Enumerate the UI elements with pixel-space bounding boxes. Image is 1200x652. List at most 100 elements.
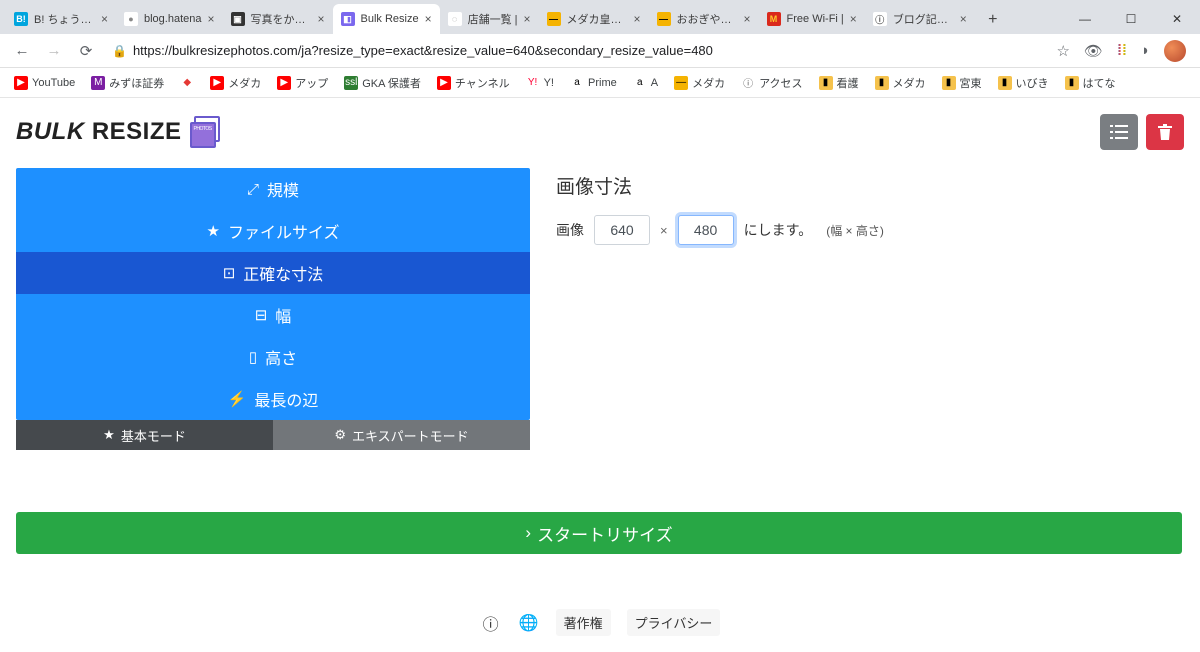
bookmark-item[interactable]: ▮看護 bbox=[813, 73, 865, 93]
list-view-button[interactable] bbox=[1100, 114, 1138, 150]
bookmark-item[interactable]: ▮宮東 bbox=[936, 73, 988, 93]
bookmark-favicon: ▶ bbox=[210, 76, 224, 90]
sliders-icon: ⚙ bbox=[334, 427, 346, 443]
close-window-button[interactable]: ✕ bbox=[1154, 4, 1200, 34]
tab-favicon: ● bbox=[124, 12, 138, 26]
section-title: 画像寸法 bbox=[556, 172, 884, 199]
browser-tab[interactable]: ◧ Bulk Resize × bbox=[333, 4, 440, 34]
option-icon: ⤢ bbox=[247, 181, 259, 198]
site-logo[interactable]: BULK RESIZE bbox=[16, 114, 224, 150]
bookmark-item[interactable]: sslGKA 保護者 bbox=[338, 73, 427, 93]
lock-icon: 🔒 bbox=[112, 44, 127, 58]
start-resize-button[interactable]: › スタートリサイズ bbox=[16, 512, 1182, 554]
tab-close-icon[interactable]: × bbox=[634, 12, 641, 26]
bookmark-item[interactable]: ▶YouTube bbox=[8, 74, 81, 92]
tab-close-icon[interactable]: × bbox=[101, 12, 108, 26]
bookmark-favicon: Y! bbox=[526, 76, 540, 90]
star-icon[interactable]: ☆ bbox=[1056, 42, 1069, 60]
minimize-button[interactable]: — bbox=[1062, 4, 1108, 34]
browser-tab[interactable]: MFree Wi-Fi |× bbox=[759, 4, 865, 34]
browser-tab[interactable]: ▣写真をかんた× bbox=[223, 4, 333, 34]
browser-tab[interactable]: —メダカ皇帝の× bbox=[539, 4, 649, 34]
bookmark-label: 看護 bbox=[837, 75, 859, 91]
bookmark-item[interactable]: ▮はてな bbox=[1059, 73, 1122, 93]
bookmark-item[interactable]: ▶チャンネル bbox=[431, 73, 516, 93]
dim-suffix: にします。 bbox=[744, 220, 813, 240]
tab-title: おおぎやラー bbox=[677, 11, 738, 27]
bookmark-label: メダカ bbox=[893, 75, 926, 91]
list-icon bbox=[1110, 125, 1128, 139]
option-label: 規模 bbox=[267, 177, 299, 201]
bookmark-favicon: ▮ bbox=[998, 76, 1012, 90]
forward-button[interactable]: → bbox=[40, 37, 68, 65]
extension-icon-2[interactable]: ⁞⁞ bbox=[1117, 42, 1127, 59]
chevron-right-icon: › bbox=[525, 523, 531, 543]
bookmark-item[interactable]: ▮いびき bbox=[992, 73, 1055, 93]
resize-option[interactable]: ▯高さ bbox=[16, 336, 530, 378]
extension-icon-3[interactable]: ◗ bbox=[1141, 42, 1150, 59]
tab-favicon: ◧ bbox=[341, 12, 355, 26]
option-icon: ★ bbox=[207, 222, 220, 240]
tab-favicon: M bbox=[767, 12, 781, 26]
bookmark-label: Y! bbox=[544, 77, 554, 89]
bookmark-item[interactable]: —メダカ bbox=[668, 73, 731, 93]
resize-option[interactable]: ⚡最長の辺 bbox=[16, 378, 530, 420]
bookmark-favicon: a bbox=[570, 76, 584, 90]
new-tab-button[interactable]: + bbox=[979, 6, 1007, 34]
basic-mode-tab[interactable]: ★ 基本モード bbox=[16, 420, 273, 450]
option-label: 高さ bbox=[265, 345, 297, 369]
copyright-link[interactable]: 著作権 bbox=[556, 609, 611, 636]
tab-close-icon[interactable]: × bbox=[524, 12, 531, 26]
profile-avatar[interactable] bbox=[1164, 40, 1186, 62]
browser-tab[interactable]: B!B! ちょうど1× bbox=[6, 4, 116, 34]
browser-tab[interactable]: ●blog.hatena× bbox=[116, 4, 223, 34]
bookmark-item[interactable]: ▶アップ bbox=[271, 73, 334, 93]
bookmark-label: アクセス bbox=[759, 75, 802, 91]
bookmark-item[interactable]: a Prime bbox=[564, 74, 623, 92]
tab-title: Bulk Resize bbox=[361, 13, 419, 25]
expert-mode-tab[interactable]: ⚙ エキスパートモード bbox=[273, 420, 530, 450]
bookmark-label: メダカ bbox=[228, 75, 261, 91]
width-input[interactable] bbox=[594, 215, 650, 245]
bookmark-label: Prime bbox=[588, 77, 617, 89]
privacy-link[interactable]: プライバシー bbox=[627, 609, 721, 636]
page-footer: ⓘ 🌐 著作権 プライバシー bbox=[16, 609, 1184, 636]
bookmark-item[interactable]: aA bbox=[627, 74, 664, 92]
resize-option[interactable]: ★ファイルサイズ bbox=[16, 210, 530, 252]
resize-option[interactable]: ⤢ 規模 bbox=[16, 168, 530, 210]
extension-icon-1[interactable]: 👁 bbox=[1084, 42, 1103, 60]
bookmark-item[interactable]: ⓘアクセス bbox=[735, 73, 808, 93]
bookmark-favicon: ▮ bbox=[942, 76, 956, 90]
reload-button[interactable]: ⟳ bbox=[72, 37, 100, 65]
tab-title: メダカ皇帝の bbox=[567, 11, 628, 27]
delete-button[interactable] bbox=[1146, 114, 1184, 150]
bookmark-favicon: ▶ bbox=[437, 76, 451, 90]
tab-close-icon[interactable]: × bbox=[744, 12, 751, 26]
resize-option[interactable]: ⊟幅 bbox=[16, 294, 530, 336]
tab-close-icon[interactable]: × bbox=[425, 12, 432, 26]
bookmark-label: みずほ証券 bbox=[109, 75, 164, 91]
bookmarks-bar: ▶YouTubeMみずほ証券◆▶メダカ▶アップsslGKA 保護者▶チャンネルY… bbox=[0, 68, 1200, 98]
address-bar: ← → ⟳ 🔒 https://bulkresizephotos.com/ja?… bbox=[0, 34, 1200, 68]
globe-icon[interactable]: 🌐 bbox=[518, 612, 540, 634]
resize-option[interactable]: ⊡正確な寸法 bbox=[16, 252, 530, 294]
url-field[interactable]: 🔒 https://bulkresizephotos.com/ja?resize… bbox=[104, 37, 1044, 65]
bookmark-item[interactable]: ◆ bbox=[174, 74, 200, 92]
tab-close-icon[interactable]: × bbox=[850, 12, 857, 26]
bookmark-item[interactable]: Mみずほ証券 bbox=[85, 73, 170, 93]
bookmark-item[interactable]: ▶ メダカ bbox=[204, 73, 267, 93]
bookmark-item[interactable]: Y! Y! bbox=[520, 74, 560, 92]
bookmark-item[interactable]: ▮ メダカ bbox=[869, 73, 932, 93]
back-button[interactable]: ← bbox=[8, 37, 36, 65]
maximize-button[interactable]: ☐ bbox=[1108, 4, 1154, 34]
bookmark-favicon: ▮ bbox=[875, 76, 889, 90]
tab-close-icon[interactable]: × bbox=[208, 12, 215, 26]
tab-close-icon[interactable]: × bbox=[960, 12, 967, 26]
browser-tab[interactable]: ◌店舗一覧 |× bbox=[440, 4, 539, 34]
info-icon[interactable]: ⓘ bbox=[480, 612, 502, 634]
browser-tab[interactable]: ⓘブログ記事投× bbox=[865, 4, 975, 34]
browser-tab[interactable]: —おおぎやラー× bbox=[649, 4, 759, 34]
basic-mode-label: 基本モード bbox=[121, 426, 186, 445]
tab-close-icon[interactable]: × bbox=[318, 12, 325, 26]
height-input[interactable] bbox=[678, 215, 734, 245]
